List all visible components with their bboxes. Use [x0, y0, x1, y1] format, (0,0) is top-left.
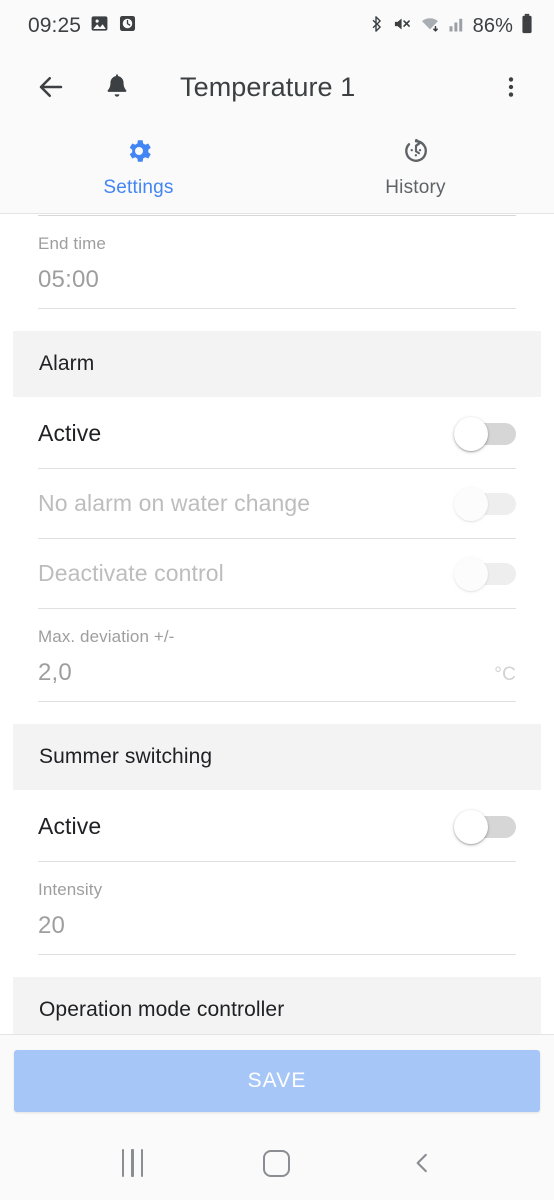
row-deactivate-control: Deactivate control	[38, 539, 516, 609]
system-nav-bar	[0, 1126, 554, 1200]
row-summer-active-label: Active	[38, 813, 102, 839]
field-intensity-value: 20	[38, 912, 66, 939]
field-end-time-value-row[interactable]: 05:00	[38, 254, 516, 309]
status-bar-right: 86%	[367, 13, 534, 40]
page-title: Temperature 1	[180, 71, 356, 102]
status-clock: 09:25	[28, 14, 82, 37]
volume-muted-icon	[392, 14, 412, 39]
field-intensity-value-row: 20	[38, 900, 516, 955]
field-end-time-value[interactable]: 05:00	[38, 266, 99, 294]
cellular-signal-icon	[448, 15, 466, 38]
field-end-time[interactable]: End time 05:00	[0, 216, 554, 309]
home-icon[interactable]	[247, 1139, 307, 1187]
field-intensity-label: Intensity	[38, 880, 103, 899]
toggle-summer-active[interactable]	[454, 809, 516, 844]
row-no-alarm-water-change: No alarm on water change	[38, 469, 516, 539]
row-no-alarm-water-change-label: No alarm on water change	[38, 490, 311, 516]
wifi-icon	[419, 14, 441, 39]
battery-percent-label: 86%	[472, 14, 513, 37]
toggle-deactivate-control	[454, 556, 516, 591]
alarm-clock-icon	[118, 14, 137, 38]
toggle-deactivate-control-knob	[454, 556, 488, 591]
section-header-operation-mode-title: Operation mode controller	[39, 998, 285, 1021]
bluetooth-icon	[367, 14, 385, 39]
save-button[interactable]: SAVE	[14, 1049, 540, 1112]
toggle-alarm-active[interactable]	[454, 416, 516, 451]
row-summer-active[interactable]: Active	[38, 792, 516, 862]
tab-settings-label: Settings	[103, 177, 174, 198]
field-max-deviation: Max. deviation +/- 2,0 °C	[0, 609, 554, 702]
tab-history[interactable]: History	[277, 122, 554, 213]
tab-history-label: History	[385, 177, 446, 198]
settings-scroll-content[interactable]: End time 05:00 Alarm Active No alarm on …	[0, 214, 554, 1034]
bell-icon[interactable]	[96, 66, 138, 108]
section-header-operation-mode: Operation mode controller	[13, 977, 541, 1034]
tab-bar: Settings History	[0, 122, 554, 214]
toggle-summer-active-knob	[454, 809, 488, 844]
field-intensity: Intensity 20	[0, 862, 554, 955]
phone-screen: 09:25 86% Temperature 1 Settings History…	[0, 0, 554, 1200]
recents-icon[interactable]	[102, 1139, 162, 1187]
history-icon	[401, 136, 431, 171]
field-max-deviation-label: Max. deviation +/-	[38, 627, 175, 646]
section-header-alarm-title: Alarm	[39, 352, 95, 375]
toggle-no-alarm-water-change-knob	[454, 486, 488, 521]
toggle-alarm-active-knob	[454, 416, 488, 451]
field-max-deviation-value: 2,0	[38, 659, 72, 686]
tab-settings[interactable]: Settings	[0, 122, 277, 213]
section-header-summer-switching-title: Summer switching	[39, 745, 213, 768]
more-vertical-icon[interactable]	[490, 66, 532, 108]
status-bar: 09:25 86%	[0, 0, 554, 52]
field-max-deviation-suffix: °C	[494, 664, 516, 685]
status-bar-left: 09:25	[28, 14, 137, 38]
field-end-time-label: End time	[38, 234, 106, 253]
gear-icon	[124, 136, 154, 171]
toggle-no-alarm-water-change	[454, 486, 516, 521]
row-deactivate-control-label: Deactivate control	[38, 560, 224, 586]
gallery-icon	[90, 14, 109, 38]
nav-back-icon[interactable]	[392, 1139, 452, 1187]
row-alarm-active[interactable]: Active	[38, 399, 516, 469]
section-header-alarm: Alarm	[13, 331, 541, 397]
app-bar: Temperature 1	[0, 52, 554, 122]
field-max-deviation-value-row: 2,0 °C	[38, 647, 516, 702]
back-arrow-icon[interactable]	[30, 66, 72, 108]
save-bar: SAVE	[0, 1034, 554, 1126]
row-alarm-active-label: Active	[38, 420, 102, 446]
section-header-summer-switching: Summer switching	[13, 724, 541, 790]
battery-icon	[520, 13, 534, 40]
